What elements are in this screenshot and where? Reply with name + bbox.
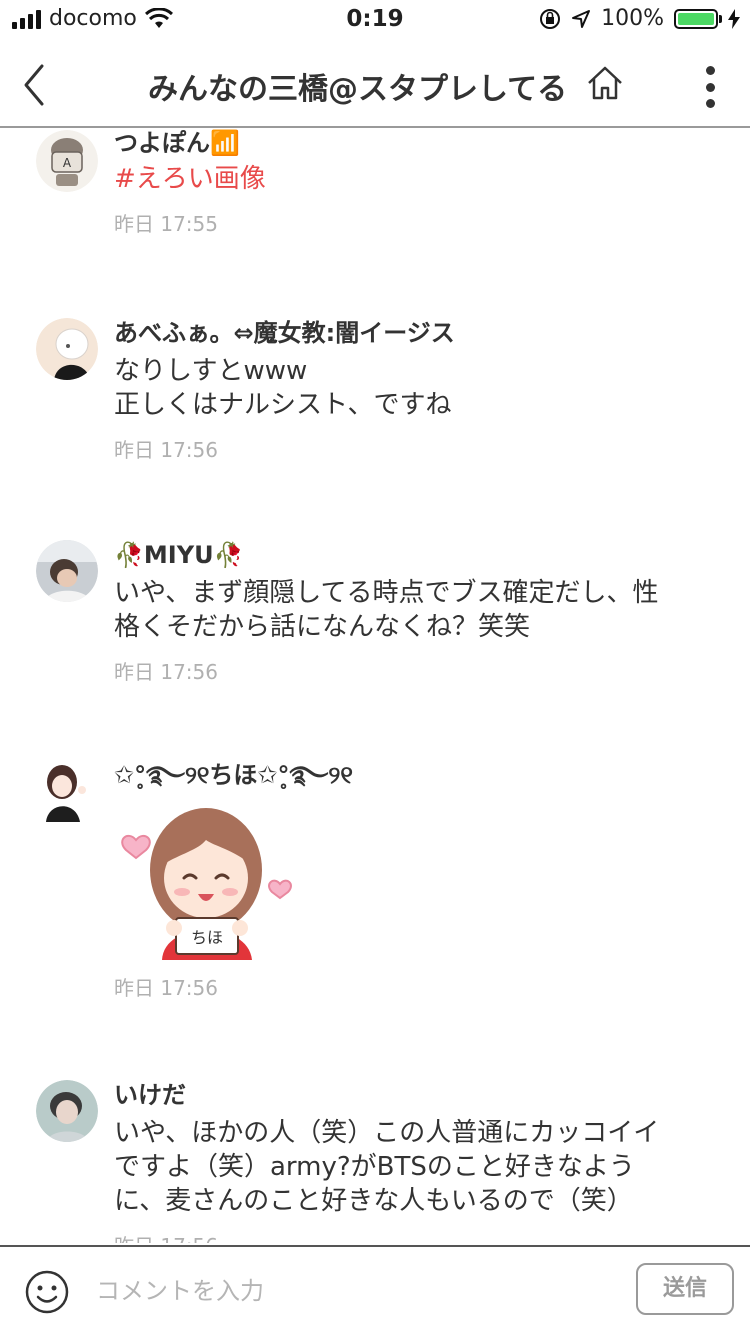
- timestamp: 昨日 17:56: [114, 976, 218, 1000]
- timestamp: 昨日 17:56: [114, 660, 218, 684]
- battery-icon: [674, 8, 722, 29]
- more-options-icon[interactable]: [700, 66, 720, 108]
- avatar[interactable]: [36, 540, 98, 602]
- charging-icon: [728, 8, 740, 29]
- timestamp: 昨日 17:56: [114, 438, 218, 462]
- page-title: みんなの三橋@スタプレしてる: [148, 72, 568, 107]
- hashtag-link[interactable]: #えろい画像: [114, 162, 720, 196]
- username[interactable]: いけだ: [114, 1080, 720, 1110]
- comment-input-bar: 送信: [0, 1245, 750, 1336]
- nav-bar: みんなの三橋@スタプレしてる: [0, 40, 750, 128]
- battery-percent: 100%: [601, 6, 664, 31]
- comment-input[interactable]: [90, 1265, 622, 1317]
- sticker-label: ちほ: [190, 928, 223, 947]
- avatar[interactable]: [36, 1080, 98, 1142]
- location-icon: [572, 9, 591, 28]
- status-right: 100%: [539, 6, 740, 31]
- username[interactable]: あべふぁ。⇔魔女教:闇イージス: [114, 318, 720, 348]
- comment-text: いや、ほかの人（笑）この人普通にカッコイイ ですよ（笑）army?がBTSのこと…: [114, 1118, 660, 1216]
- sticker-image[interactable]: ちほ: [114, 800, 300, 960]
- comment-text: いや、まず顔隠してる時点でブス確定だし、性 格くそだから話になんなくね？笑笑: [114, 578, 659, 642]
- avatar[interactable]: [36, 760, 98, 822]
- emoji-smile-icon[interactable]: [24, 1269, 70, 1315]
- username[interactable]: 🥀MIYU🥀: [114, 540, 720, 570]
- timestamp: 昨日 17:55: [114, 212, 218, 236]
- username[interactable]: つよぽん📶: [114, 128, 720, 158]
- home-icon[interactable]: [586, 64, 624, 102]
- send-button[interactable]: 送信: [636, 1263, 734, 1315]
- comment-text: なりしすとwww 正しくはナルシスト、ですね: [114, 356, 452, 420]
- status-bar: docomo 0:19 100%: [0, 0, 750, 40]
- avatar[interactable]: A: [36, 130, 98, 192]
- orientation-lock-icon: [540, 8, 561, 29]
- username[interactable]: ✩°̥࿐୨୧ちほ✩°̥࿐୨୧: [114, 760, 720, 790]
- svg-text:A: A: [63, 156, 72, 170]
- comment-feed[interactable]: A つよぽん📶 #えろい画像 昨日 17:55 あべふぁ。⇔魔女教:闇イージス …: [0, 128, 750, 1243]
- avatar[interactable]: [36, 318, 98, 380]
- timestamp: 昨日 17:56: [114, 1230, 720, 1243]
- back-chevron-icon[interactable]: [22, 62, 62, 108]
